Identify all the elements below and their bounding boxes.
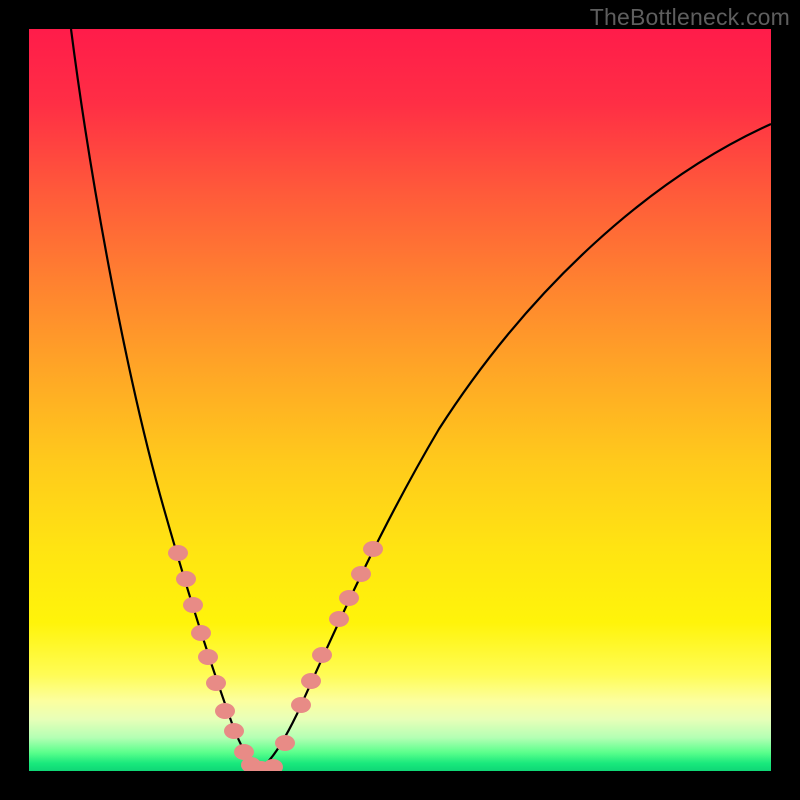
bead-marker <box>224 723 244 739</box>
curve-layer <box>29 29 771 771</box>
plot-area <box>29 29 771 771</box>
bead-marker <box>329 611 349 627</box>
right-curve <box>259 124 771 769</box>
watermark-text: TheBottleneck.com <box>590 4 790 31</box>
bead-marker <box>176 571 196 587</box>
bead-marker <box>191 625 211 641</box>
bead-marker <box>263 759 283 771</box>
bead-group <box>168 541 383 771</box>
bead-marker <box>168 545 188 561</box>
bead-marker <box>275 735 295 751</box>
bead-marker <box>198 649 218 665</box>
bead-marker <box>291 697 311 713</box>
bead-marker <box>363 541 383 557</box>
bead-marker <box>301 673 321 689</box>
bead-marker <box>351 566 371 582</box>
bead-marker <box>206 675 226 691</box>
bead-marker <box>215 703 235 719</box>
bead-marker <box>183 597 203 613</box>
bead-marker <box>312 647 332 663</box>
bead-marker <box>339 590 359 606</box>
left-curve <box>71 29 259 769</box>
